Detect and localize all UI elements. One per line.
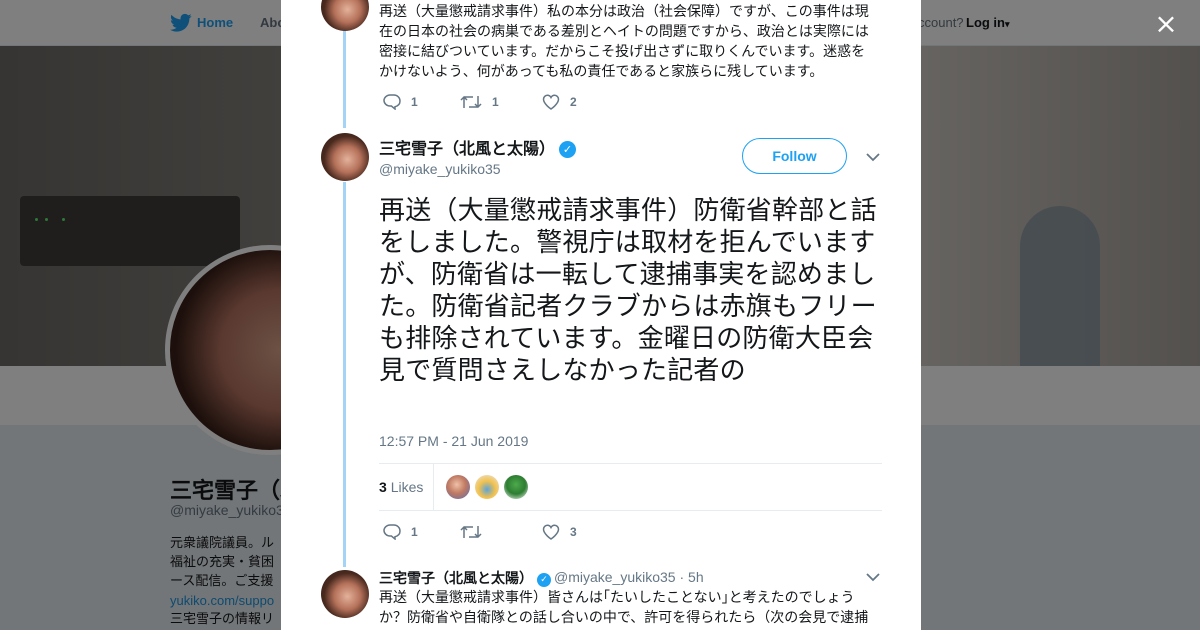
reply-author-name-text: 三宅雪子（北風と太陽） — [379, 571, 533, 587]
tweet-permalink-modal: 再送（大量懲戒請求事件）私の本分は政治（社会保障）ですが、この事件は現在の日本の… — [281, 0, 921, 630]
like-button[interactable]: 2 — [542, 94, 577, 110]
author-name-text: 三宅雪子（北風と太陽） — [379, 139, 556, 158]
reply-count: 1 — [411, 525, 418, 539]
reply-tweet-text: 再送（大量懲戒請求事件）皆さんは｢たいしたことない｣と考えたのでしょうか？防衛省… — [379, 590, 869, 626]
tweet-author-name[interactable]: 三宅雪子（北風と太陽） ✓ — [379, 135, 577, 159]
likes-stat[interactable]: 3 Likes — [379, 479, 423, 495]
retweet-icon — [460, 525, 482, 539]
avatar[interactable] — [321, 0, 369, 31]
likes-stat-count: 3 — [379, 479, 387, 495]
chevron-down-icon[interactable] — [866, 572, 880, 582]
reply-author-name[interactable]: 三宅雪子（北風と太陽） ✓ — [379, 568, 551, 588]
previous-tweet-text: 再送（大量懲戒請求事件）私の本分は政治（社会保障）ですが、この事件は現在の日本の… — [379, 4, 869, 80]
reply-author-handle[interactable]: @miyake_yukiko35 · 5h — [554, 569, 704, 585]
chevron-down-icon[interactable] — [866, 152, 880, 162]
like-count: 2 — [570, 95, 577, 109]
retweet-icon — [460, 95, 482, 109]
reply-handle-text: @miyake_yukiko35 — [554, 569, 676, 585]
liker-avatar[interactable] — [446, 475, 470, 499]
retweet-button[interactable]: 1 — [460, 94, 499, 110]
like-button[interactable]: 3 — [542, 524, 577, 540]
tweet-author-handle[interactable]: @miyake_yukiko35 — [379, 161, 501, 177]
verified-badge-icon: ✓ — [559, 141, 577, 158]
likes-stat-label: Likes — [390, 479, 424, 495]
tweet-stats-row: 3 Likes — [379, 463, 882, 511]
reply-count: 1 — [411, 95, 418, 109]
heart-icon — [542, 94, 560, 110]
reply-icon — [383, 94, 401, 110]
avatar[interactable] — [321, 570, 369, 618]
tweet-timestamp[interactable]: 12:57 PM - 21 Jun 2019 — [379, 433, 528, 449]
reply-icon — [383, 524, 401, 540]
main-tweet-text: 再送（大量懲戒請求事件）防衛省幹部と話をしました。警視庁は取材を拒んでいますが、… — [379, 196, 877, 386]
reply-button[interactable]: 1 — [383, 524, 418, 540]
verified-badge-icon: ✓ — [537, 573, 551, 587]
avatar[interactable] — [321, 133, 369, 181]
liker-avatar[interactable] — [475, 475, 499, 499]
liker-avatar[interactable] — [504, 475, 528, 499]
heart-icon — [542, 524, 560, 540]
stats-divider — [433, 464, 434, 510]
retweet-count: 1 — [492, 95, 499, 109]
thread-connector-line — [343, 30, 346, 128]
reply-time[interactable]: · 5h — [680, 569, 704, 585]
thread-connector-line — [343, 182, 346, 567]
retweet-button[interactable] — [460, 524, 492, 540]
like-count: 3 — [570, 525, 577, 539]
follow-button[interactable]: Follow — [742, 138, 847, 174]
reply-button[interactable]: 1 — [383, 94, 418, 110]
close-icon[interactable]: × — [1153, 10, 1179, 38]
